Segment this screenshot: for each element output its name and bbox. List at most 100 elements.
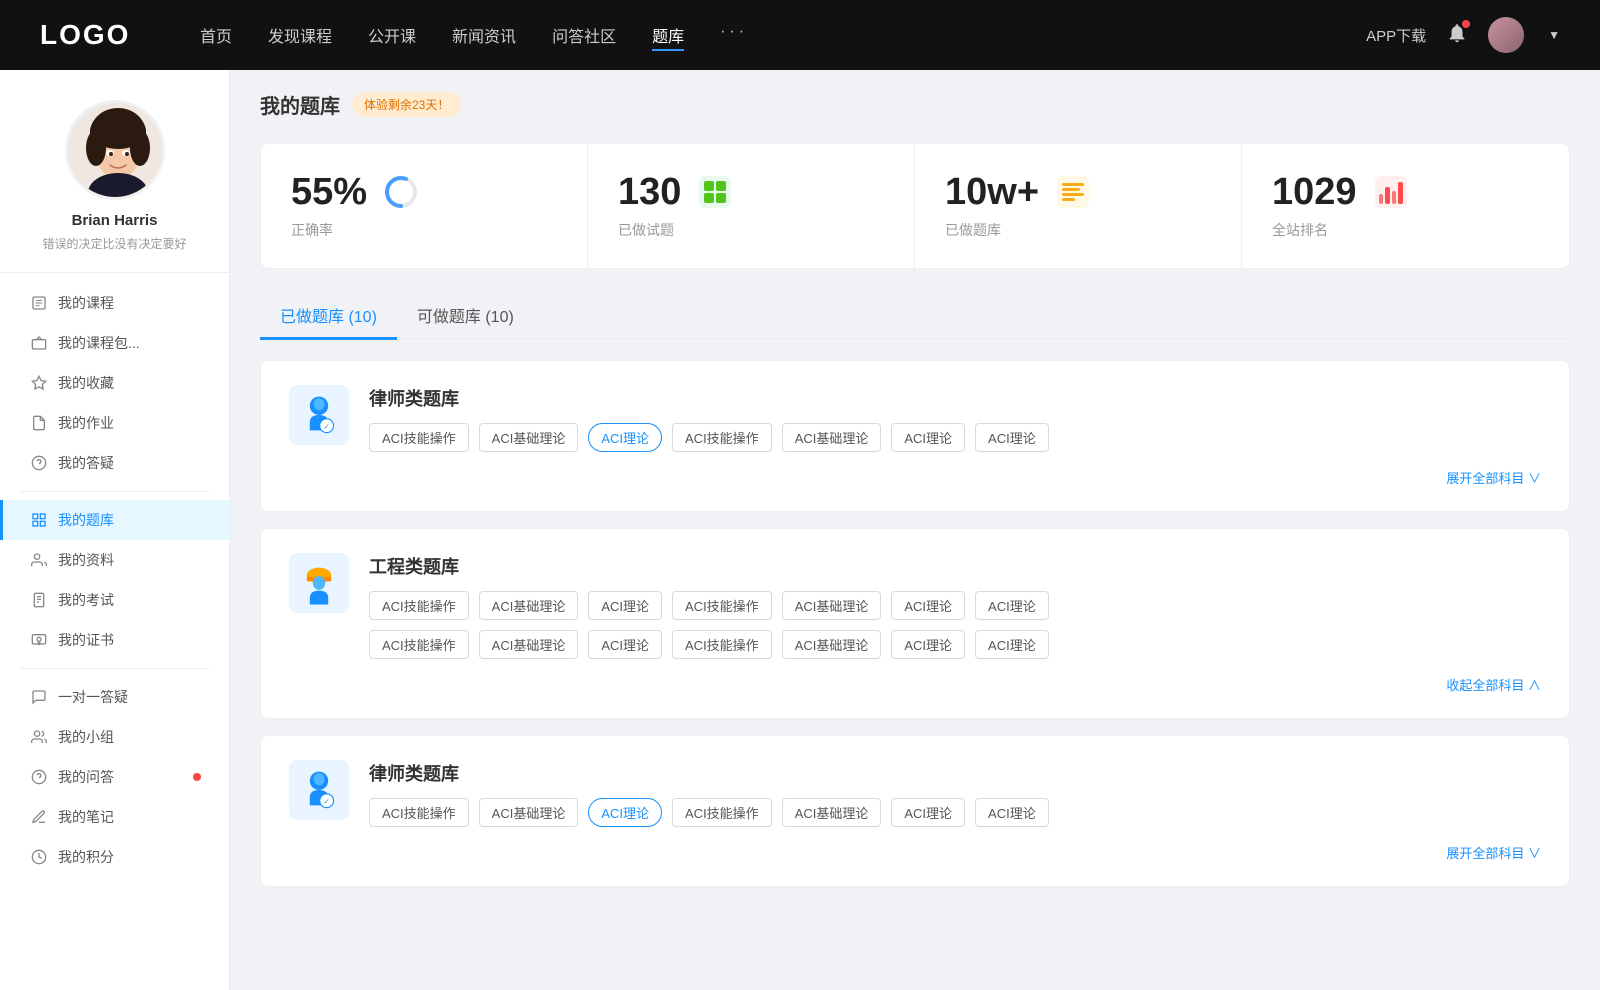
navbar: LOGO 首页 发现课程 公开课 新闻资讯 问答社区 题库 ··· APP下载 … xyxy=(0,0,1600,70)
sidebar-menu: 我的课程 我的课程包... 我的收藏 我的作业 xyxy=(0,273,229,887)
tags-row-3: ACI技能操作 ACI基础理论 ACI理论 ACI技能操作 ACI基础理论 AC… xyxy=(369,798,1541,827)
qbank-title-2: 工程类题库 xyxy=(369,553,1541,579)
tag-2-3[interactable]: ACI技能操作 xyxy=(672,591,772,620)
nav-link-qa[interactable]: 问答社区 xyxy=(552,19,616,51)
sidebar-item-course-label: 我的课程 xyxy=(58,293,114,313)
nav-logo: LOGO xyxy=(40,19,140,51)
sidebar-item-favorites-label: 我的收藏 xyxy=(58,373,114,393)
nav-link-bank[interactable]: 题库 xyxy=(652,19,684,51)
qbank-card-lawyer-2: ✓ 律师类题库 ACI技能操作 ACI基础理论 ACI理论 ACI技能操作 AC… xyxy=(260,735,1570,887)
sidebar-item-group-label: 我的小组 xyxy=(58,727,114,747)
sidebar-item-bank[interactable]: 我的题库 xyxy=(0,500,229,540)
sidebar-item-1on1[interactable]: 一对一答疑 xyxy=(0,677,229,717)
nav-link-open[interactable]: 公开课 xyxy=(368,19,416,51)
tag-1-3[interactable]: ACI技能操作 xyxy=(672,423,772,452)
stat-ranking-top: 1029 xyxy=(1272,172,1539,212)
tag-2-2[interactable]: ACI理论 xyxy=(588,591,662,620)
stat-done-questions-label: 已做试题 xyxy=(618,220,884,240)
tag-3-2[interactable]: ACI理论 xyxy=(588,798,662,827)
tag-3-1[interactable]: ACI基础理论 xyxy=(479,798,579,827)
stat-accuracy: 55% 正确率 xyxy=(261,144,588,268)
avatar xyxy=(65,100,165,200)
tag-3-3[interactable]: ACI技能操作 xyxy=(672,798,772,827)
tag-2-4[interactable]: ACI基础理论 xyxy=(782,591,882,620)
tag-2b-6[interactable]: ACI理论 xyxy=(975,630,1049,659)
svg-text:✓: ✓ xyxy=(323,422,329,431)
page-wrap: Brian Harris 错误的决定比没有决定要好 我的课程 我的课程包... xyxy=(0,0,1600,990)
expand-link-1[interactable]: 展开全部科目 ∨ xyxy=(289,468,1541,487)
stat-accuracy-top: 55% xyxy=(291,172,557,212)
qbank-card-header-2: 工程类题库 ACI技能操作 ACI基础理论 ACI理论 ACI技能操作 ACI基… xyxy=(289,553,1541,659)
sidebar-item-homework[interactable]: 我的作业 xyxy=(0,403,229,443)
lawyer-bank-icon-2: ✓ xyxy=(289,760,349,820)
stat-done-banks-label: 已做题库 xyxy=(945,220,1211,240)
tag-3-0[interactable]: ACI技能操作 xyxy=(369,798,469,827)
tag-2b-0[interactable]: ACI技能操作 xyxy=(369,630,469,659)
app-download-button[interactable]: APP下载 xyxy=(1366,25,1426,46)
tab-todo[interactable]: 可做题库 (10) xyxy=(397,293,534,340)
stat-done-banks: 10w+ 已做题库 xyxy=(915,144,1242,268)
stat-done-banks-icon xyxy=(1053,172,1093,212)
profile-motto: 错误的决定比没有决定要好 xyxy=(42,235,186,252)
tag-1-5[interactable]: ACI理论 xyxy=(891,423,965,452)
sidebar-item-favorites[interactable]: 我的收藏 xyxy=(0,363,229,403)
engineer-bank-icon xyxy=(289,553,349,613)
tag-1-4[interactable]: ACI基础理论 xyxy=(782,423,882,452)
qbank-card-header-3: ✓ 律师类题库 ACI技能操作 ACI基础理论 ACI理论 ACI技能操作 AC… xyxy=(289,760,1541,827)
sidebar-item-my-qa[interactable]: 我的问答 xyxy=(0,757,229,797)
tag-2-1[interactable]: ACI基础理论 xyxy=(479,591,579,620)
exam-icon xyxy=(30,591,48,609)
notification-bell[interactable] xyxy=(1446,22,1468,49)
star-icon xyxy=(30,374,48,392)
tag-2b-4[interactable]: ACI基础理论 xyxy=(782,630,882,659)
sidebar-item-course[interactable]: 我的课程 xyxy=(0,283,229,323)
tag-2b-3[interactable]: ACI技能操作 xyxy=(672,630,772,659)
expand-link-3[interactable]: 展开全部科目 ∨ xyxy=(289,843,1541,862)
profile-area: Brian Harris 错误的决定比没有决定要好 xyxy=(0,100,229,273)
stat-ranking: 1029 全站排名 xyxy=(1242,144,1569,268)
qbank-info-3: 律师类题库 ACI技能操作 ACI基础理论 ACI理论 ACI技能操作 ACI基… xyxy=(369,760,1541,827)
tag-3-5[interactable]: ACI理论 xyxy=(891,798,965,827)
stat-done-banks-top: 10w+ xyxy=(945,172,1211,212)
qbank-title-3: 律师类题库 xyxy=(369,760,1541,786)
tag-2-6[interactable]: ACI理论 xyxy=(975,591,1049,620)
nav-link-more[interactable]: ··· xyxy=(720,19,748,51)
user-avatar[interactable] xyxy=(1488,17,1524,53)
tag-2b-5[interactable]: ACI理论 xyxy=(891,630,965,659)
nav-right: APP下载 ▼ xyxy=(1366,17,1560,53)
sidebar-item-notes-label: 我的笔记 xyxy=(58,807,114,827)
main-content: 我的题库 体验剩余23天！ 55% 正确率 xyxy=(230,70,1600,990)
qbank-card-engineer: 工程类题库 ACI技能操作 ACI基础理论 ACI理论 ACI技能操作 ACI基… xyxy=(260,528,1570,719)
sidebar-item-bank-label: 我的题库 xyxy=(58,510,114,530)
sidebar-item-my-qa-label: 我的问答 xyxy=(58,767,114,787)
nav-link-discover[interactable]: 发现课程 xyxy=(268,19,332,51)
tag-1-1[interactable]: ACI基础理论 xyxy=(479,423,579,452)
question-icon xyxy=(30,454,48,472)
tag-3-6[interactable]: ACI理论 xyxy=(975,798,1049,827)
stat-accuracy-icon xyxy=(381,172,421,212)
user-menu-chevron[interactable]: ▼ xyxy=(1548,28,1560,42)
stat-accuracy-label: 正确率 xyxy=(291,220,557,240)
tab-done[interactable]: 已做题库 (10) xyxy=(260,293,397,340)
sidebar-item-package[interactable]: 我的课程包... xyxy=(0,323,229,363)
sidebar-item-cert[interactable]: 我的证书 xyxy=(0,620,229,660)
tag-1-0[interactable]: ACI技能操作 xyxy=(369,423,469,452)
tag-1-6[interactable]: ACI理论 xyxy=(975,423,1049,452)
sidebar-item-exam[interactable]: 我的考试 xyxy=(0,580,229,620)
tag-1-2[interactable]: ACI理论 xyxy=(588,423,662,452)
sidebar-item-score[interactable]: 我的积分 xyxy=(0,837,229,877)
nav-link-home[interactable]: 首页 xyxy=(200,19,232,51)
package-icon xyxy=(30,334,48,352)
nav-link-news[interactable]: 新闻资讯 xyxy=(452,19,516,51)
tag-2b-1[interactable]: ACI基础理论 xyxy=(479,630,579,659)
collapse-link-2[interactable]: 收起全部科目 ∧ xyxy=(289,675,1541,694)
stat-ranking-num: 1029 xyxy=(1272,173,1357,211)
sidebar-item-group[interactable]: 我的小组 xyxy=(0,717,229,757)
sidebar-item-material[interactable]: 我的资料 xyxy=(0,540,229,580)
tag-2-0[interactable]: ACI技能操作 xyxy=(369,591,469,620)
tag-2-5[interactable]: ACI理论 xyxy=(891,591,965,620)
tag-2b-2[interactable]: ACI理论 xyxy=(588,630,662,659)
sidebar-item-qa[interactable]: 我的答疑 xyxy=(0,443,229,483)
tag-3-4[interactable]: ACI基础理论 xyxy=(782,798,882,827)
sidebar-item-notes[interactable]: 我的笔记 xyxy=(0,797,229,837)
